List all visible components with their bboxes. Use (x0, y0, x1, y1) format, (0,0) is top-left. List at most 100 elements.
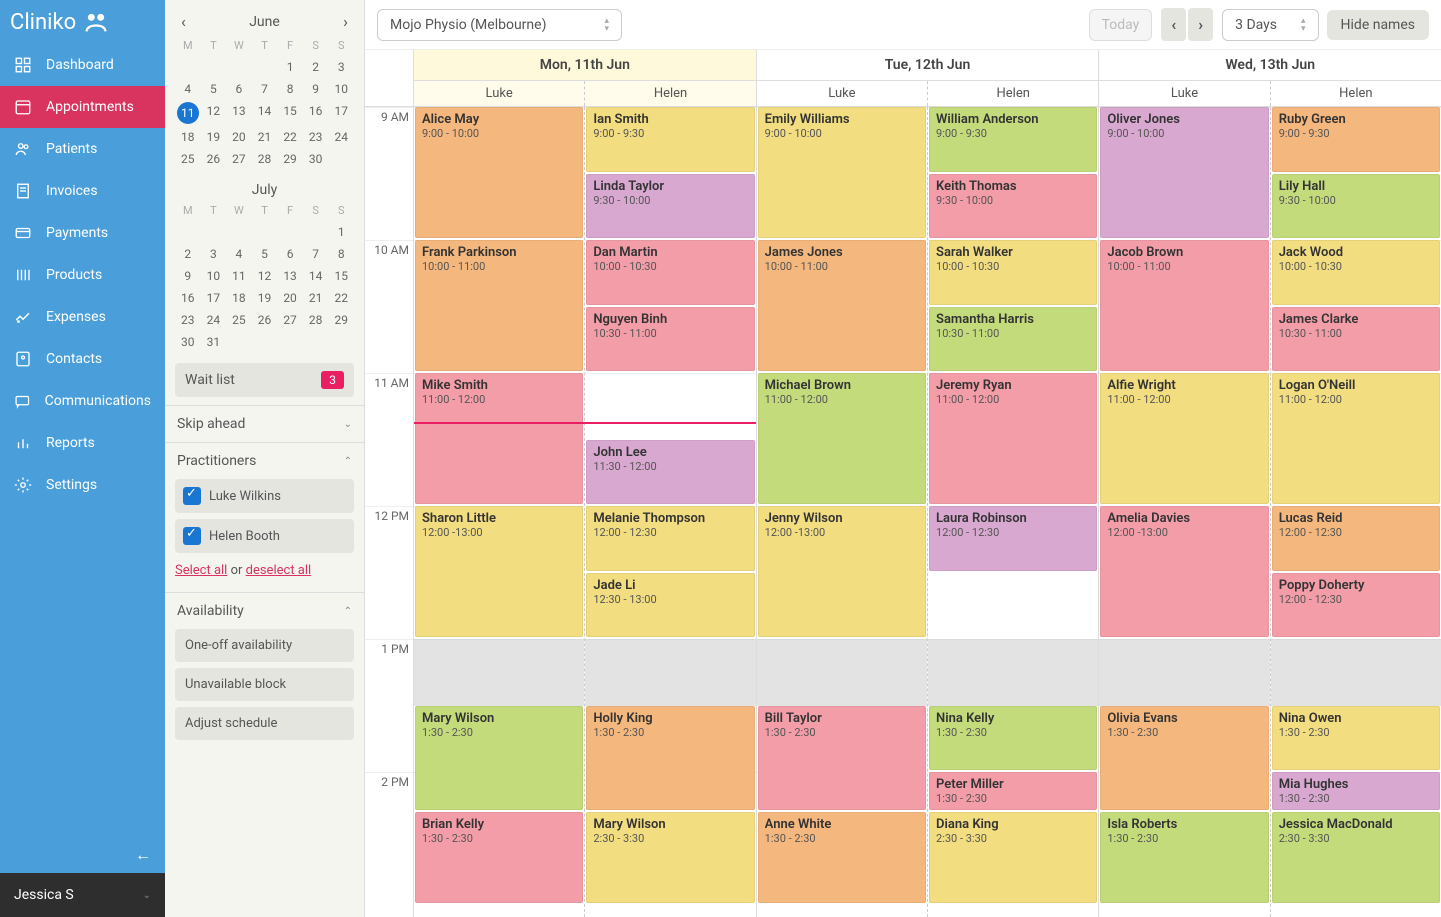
mini-cal-day[interactable]: 31 (201, 333, 227, 351)
appointment[interactable]: Samantha Harris10:30 - 11:00 (929, 307, 1097, 372)
appointment[interactable]: Melanie Thompson12:00 - 12:30 (586, 506, 754, 571)
mini-cal-day[interactable]: 27 (277, 311, 303, 329)
mini-cal-day[interactable]: 9 (175, 267, 201, 285)
collapse-sidebar-button[interactable]: ← (0, 837, 165, 873)
mini-cal-day[interactable]: 26 (252, 311, 278, 329)
nav-expenses[interactable]: Expenses (0, 296, 165, 338)
appointment[interactable]: Poppy Doherty12:00 - 12:30 (1272, 573, 1440, 638)
mini-cal-day[interactable]: 18 (226, 289, 252, 307)
mini-cal-day[interactable]: 27 (226, 150, 252, 168)
mini-cal-day[interactable]: 30 (303, 150, 329, 168)
mini-cal-day[interactable]: 21 (303, 289, 329, 307)
deselect-all-link[interactable]: deselect all (246, 563, 312, 578)
appointment[interactable]: Peter Miller1:30 - 2:30 (929, 772, 1097, 810)
appointment[interactable]: Nina Owen1:30 - 2:30 (1272, 706, 1440, 771)
prev-button[interactable]: ‹ (1161, 8, 1186, 41)
mini-cal-day[interactable]: 20 (226, 128, 252, 146)
mini-cal-day[interactable]: 15 (277, 102, 303, 124)
appointment[interactable]: Emily Williams9:00 - 10:00 (758, 107, 926, 238)
availability-button[interactable]: One-off availability (175, 629, 354, 662)
appointment[interactable]: William Anderson9:00 - 9:30 (929, 107, 1097, 172)
nav-invoices[interactable]: Invoices (0, 170, 165, 212)
mini-cal-day[interactable]: 4 (175, 80, 201, 98)
mini-cal-day[interactable]: 14 (303, 267, 329, 285)
appointment[interactable]: Jack Wood10:00 - 10:30 (1272, 240, 1440, 305)
mini-cal-day[interactable]: 9 (303, 80, 329, 98)
appointment[interactable]: Ian Smith9:00 - 9:30 (586, 107, 754, 172)
appointment[interactable]: Holly King1:30 - 2:30 (586, 706, 754, 810)
practitioner-checkbox[interactable]: Helen Booth (175, 519, 354, 553)
mini-cal-day[interactable]: 15 (328, 267, 354, 285)
appointment[interactable]: James Clarke10:30 - 11:00 (1272, 307, 1440, 372)
mini-cal-day[interactable]: 12 (201, 102, 227, 124)
appointment[interactable]: Diana King2:30 - 3:30 (929, 812, 1097, 903)
mini-cal-day[interactable]: 1 (277, 58, 303, 76)
mini-cal-day[interactable]: 20 (277, 289, 303, 307)
mini-cal-day[interactable]: 3 (328, 58, 354, 76)
hide-names-button[interactable]: Hide names (1327, 10, 1429, 40)
mini-cal-day[interactable]: 24 (328, 128, 354, 146)
logo[interactable]: Cliniko (0, 0, 165, 44)
mini-cal-day[interactable]: 23 (175, 311, 201, 329)
appointment[interactable]: Olivia Evans1:30 - 2:30 (1100, 706, 1268, 810)
mini-cal-day[interactable]: 17 (328, 102, 354, 124)
practitioner-column[interactable]: Ian Smith9:00 - 9:30Linda Taylor9:30 - 1… (584, 107, 755, 917)
mini-cal-day[interactable]: 28 (303, 311, 329, 329)
skip-ahead-section[interactable]: Skip ahead⌄ (165, 406, 364, 442)
nav-settings[interactable]: Settings (0, 464, 165, 506)
mini-cal-day[interactable]: 1 (328, 223, 354, 241)
mini-cal-day[interactable]: 18 (175, 128, 201, 146)
appointment[interactable]: Laura Robinson12:00 - 12:30 (929, 506, 1097, 571)
mini-cal-day[interactable]: 12 (252, 267, 278, 285)
appointment[interactable]: Bill Taylor1:30 - 2:30 (758, 706, 926, 810)
availability-section[interactable]: Availability⌃ (165, 593, 364, 629)
range-select[interactable]: 3 Days▴▾ (1222, 9, 1318, 41)
appointment[interactable]: Jessica MacDonald2:30 - 3:30 (1272, 812, 1440, 903)
mini-cal-day[interactable]: 30 (175, 333, 201, 351)
appointment[interactable]: Jacob Brown10:00 - 11:00 (1100, 240, 1268, 371)
nav-comms[interactable]: Communications (0, 380, 165, 422)
appointment[interactable]: Nina Kelly1:30 - 2:30 (929, 706, 1097, 771)
appointment[interactable]: Sharon Little12:00 -13:00 (415, 506, 583, 637)
mini-cal-day[interactable]: 28 (252, 150, 278, 168)
appointment[interactable]: Anne White1:30 - 2:30 (758, 812, 926, 903)
appointment[interactable]: Nguyen Binh10:30 - 11:00 (586, 307, 754, 372)
mini-cal-day[interactable]: 4 (226, 245, 252, 263)
appointment[interactable]: Alfie Wright11:00 - 12:00 (1100, 373, 1268, 504)
mini-cal-day[interactable]: 11 (177, 102, 199, 124)
mini-cal-day[interactable]: 8 (328, 245, 354, 263)
mini-cal-day[interactable]: 8 (277, 80, 303, 98)
mini-cal-day[interactable]: 11 (226, 267, 252, 285)
practitioner-column[interactable]: William Anderson9:00 - 9:30Keith Thomas9… (927, 107, 1098, 917)
appointment[interactable]: Brian Kelly1:30 - 2:30 (415, 812, 583, 903)
practitioner-column[interactable]: Emily Williams9:00 - 10:00James Jones10:… (757, 107, 927, 917)
appointment[interactable]: Mike Smith11:00 - 12:00 (415, 373, 583, 504)
mini-cal-day[interactable]: 29 (328, 311, 354, 329)
mini-cal-day[interactable]: 17 (201, 289, 227, 307)
mini-cal-day[interactable]: 29 (277, 150, 303, 168)
appointment[interactable]: Jade Li12:30 - 13:00 (586, 573, 754, 638)
select-all-link[interactable]: Select all (175, 563, 227, 578)
user-menu[interactable]: Jessica S⌄ (0, 873, 165, 917)
practitioners-section[interactable]: Practitioners⌃ (165, 443, 364, 479)
mini-cal-day[interactable]: 22 (328, 289, 354, 307)
practitioner-column[interactable]: Oliver Jones9:00 - 10:00Jacob Brown10:00… (1099, 107, 1269, 917)
mini-cal-day[interactable]: 19 (252, 289, 278, 307)
appointment[interactable]: Jenny Wilson12:00 -13:00 (758, 506, 926, 637)
appointment[interactable]: Keith Thomas9:30 - 10:00 (929, 174, 1097, 239)
appointment[interactable]: James Jones10:00 - 11:00 (758, 240, 926, 371)
mini-cal-day[interactable]: 14 (252, 102, 278, 124)
mini-cal-day[interactable]: 21 (252, 128, 278, 146)
mini-cal-next[interactable]: › (337, 10, 354, 33)
location-select[interactable]: Mojo Physio (Melbourne)▴▾ (377, 9, 622, 41)
mini-cal-day[interactable]: 10 (328, 80, 354, 98)
practitioner-column[interactable]: Alice May9:00 - 10:00Frank Parkinson10:0… (414, 107, 584, 917)
mini-cal-day[interactable]: 5 (252, 245, 278, 263)
appointment[interactable]: Isla Roberts1:30 - 2:30 (1100, 812, 1268, 903)
today-button[interactable]: Today (1089, 9, 1153, 41)
appointment[interactable]: Mia Hughes1:30 - 2:30 (1272, 772, 1440, 810)
mini-cal-day[interactable]: 3 (201, 245, 227, 263)
appointment[interactable]: Ruby Green9:00 - 9:30 (1272, 107, 1440, 172)
mini-cal-day[interactable]: 2 (175, 245, 201, 263)
appointment[interactable]: Frank Parkinson10:00 - 11:00 (415, 240, 583, 371)
